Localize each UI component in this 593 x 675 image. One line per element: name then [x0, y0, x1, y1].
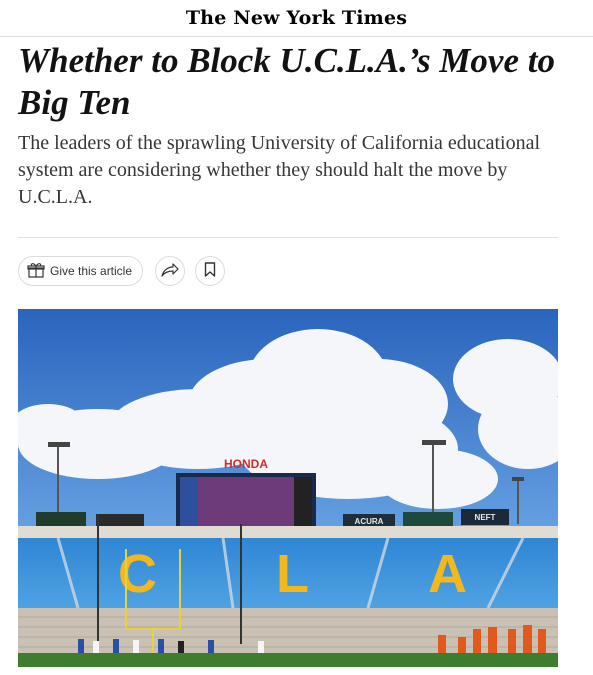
stadium-photo[interactable]: HONDA ACURA NEFT C L A	[18, 309, 558, 667]
give-article-label: Give this article	[50, 264, 133, 278]
article-headline: Whether to Block U.C.L.A.’s Move to Big …	[18, 41, 555, 122]
letter-a: A	[428, 544, 467, 604]
give-article-button[interactable]: Give this article	[18, 256, 144, 286]
letter-c: C	[118, 544, 157, 604]
svg-text:NEFT: NEFT	[475, 513, 496, 522]
letter-l: L	[276, 544, 309, 604]
share-arrow-icon	[161, 262, 179, 280]
nyt-logo[interactable]: The New York Times	[186, 7, 407, 29]
share-button[interactable]	[155, 256, 186, 286]
article-summary: The leaders of the sprawling University …	[18, 132, 541, 208]
field	[18, 653, 558, 667]
save-bookmark-button[interactable]	[195, 256, 226, 286]
bookmark-icon	[204, 262, 216, 280]
divider	[18, 237, 558, 238]
masthead: The New York Times	[0, 0, 593, 37]
svg-text:ACURA: ACURA	[355, 517, 384, 526]
gift-icon	[27, 262, 45, 281]
share-toolbar: Give this article	[18, 256, 226, 286]
stadium-illustration: HONDA ACURA NEFT C L A	[18, 309, 558, 667]
scoreboard-brand: HONDA	[224, 457, 268, 471]
